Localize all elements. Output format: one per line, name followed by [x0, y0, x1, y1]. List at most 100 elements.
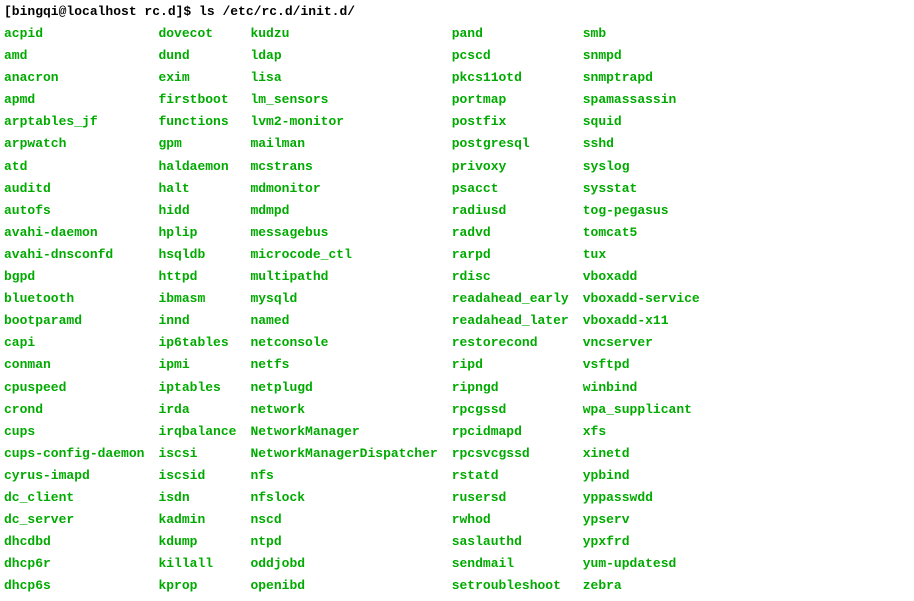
ls-entry: multipathd [250, 266, 437, 288]
ls-column-0: acpidamdanacronapmdarptables_jfarpwatcha… [4, 23, 144, 597]
ls-entry: avahi-daemon [4, 222, 144, 244]
ls-entry: pcscd [452, 45, 569, 67]
prompt-user-host: [bingqi@localhost rc.d]$ [4, 4, 191, 19]
ls-entry: tomcat5 [583, 222, 700, 244]
ls-entry: readahead_later [452, 310, 569, 332]
ls-entry: rpcidmapd [452, 421, 569, 443]
ls-entry: tog-pegasus [583, 200, 700, 222]
ls-entry: autofs [4, 200, 144, 222]
ls-entry: mdmpd [250, 200, 437, 222]
ls-entry: lisa [250, 67, 437, 89]
ls-entry: snmpd [583, 45, 700, 67]
ls-entry: ypbind [583, 465, 700, 487]
ls-entry: messagebus [250, 222, 437, 244]
ls-entry: xfs [583, 421, 700, 443]
ls-entry: microcode_ctl [250, 244, 437, 266]
ls-entry: halt [158, 178, 236, 200]
ls-entry: vsftpd [583, 354, 700, 376]
ls-entry: bluetooth [4, 288, 144, 310]
ls-entry: isdn [158, 487, 236, 509]
ls-output-listing: acpidamdanacronapmdarptables_jfarpwatcha… [4, 23, 910, 597]
ls-entry: ypserv [583, 509, 700, 531]
ls-entry: ibmasm [158, 288, 236, 310]
ls-entry: dhcp6r [4, 553, 144, 575]
ls-entry: openibd [250, 575, 437, 597]
ls-entry: wpa_supplicant [583, 399, 700, 421]
ls-entry: snmptrapd [583, 67, 700, 89]
shell-prompt-line: [bingqi@localhost rc.d]$ ls /etc/rc.d/in… [4, 4, 910, 19]
ls-entry: conman [4, 354, 144, 376]
ls-entry: rarpd [452, 244, 569, 266]
ls-entry: yppasswdd [583, 487, 700, 509]
ls-entry: haldaemon [158, 156, 236, 178]
ls-entry: arpwatch [4, 133, 144, 155]
ls-entry: apmd [4, 89, 144, 111]
ls-entry: pand [452, 23, 569, 45]
ls-entry: mailman [250, 133, 437, 155]
ls-entry: kadmin [158, 509, 236, 531]
prompt-command: ls /etc/rc.d/init.d/ [199, 4, 355, 19]
ls-entry: mcstrans [250, 156, 437, 178]
ls-entry: vboxadd [583, 266, 700, 288]
ls-entry: rwhod [452, 509, 569, 531]
ls-entry: oddjobd [250, 553, 437, 575]
ls-entry: killall [158, 553, 236, 575]
ls-entry: ypxfrd [583, 531, 700, 553]
ls-entry: iscsi [158, 443, 236, 465]
ls-entry: cyrus-imapd [4, 465, 144, 487]
ls-entry: kdump [158, 531, 236, 553]
ls-entry: acpid [4, 23, 144, 45]
ls-entry: postfix [452, 111, 569, 133]
ls-entry: spamassassin [583, 89, 700, 111]
ls-entry: anacron [4, 67, 144, 89]
ls-entry: auditd [4, 178, 144, 200]
ls-entry: exim [158, 67, 236, 89]
ls-entry: avahi-dnsconfd [4, 244, 144, 266]
ls-entry: smb [583, 23, 700, 45]
ls-entry: ripngd [452, 377, 569, 399]
ls-entry: ntpd [250, 531, 437, 553]
ls-entry: dund [158, 45, 236, 67]
ls-column-1: dovecotdundeximfirstbootfunctionsgpmhald… [158, 23, 236, 597]
ls-entry: irda [158, 399, 236, 421]
ls-entry: hplip [158, 222, 236, 244]
ls-entry: vboxadd-x11 [583, 310, 700, 332]
ls-entry: squid [583, 111, 700, 133]
ls-entry: gpm [158, 133, 236, 155]
ls-entry: network [250, 399, 437, 421]
ls-entry: lm_sensors [250, 89, 437, 111]
ls-entry: zebra [583, 575, 700, 597]
ls-entry: ip6tables [158, 332, 236, 354]
ls-entry: postgresql [452, 133, 569, 155]
ls-column-4: smbsnmpdsnmptrapdspamassassinsquidsshdsy… [583, 23, 700, 597]
ls-entry: cups-config-daemon [4, 443, 144, 465]
ls-entry: ldap [250, 45, 437, 67]
ls-entry: mdmonitor [250, 178, 437, 200]
ls-entry: dhcdbd [4, 531, 144, 553]
ls-entry: sysstat [583, 178, 700, 200]
ls-entry: privoxy [452, 156, 569, 178]
ls-entry: saslauthd [452, 531, 569, 553]
ls-entry: rpcsvcgssd [452, 443, 569, 465]
ls-entry: rpcgssd [452, 399, 569, 421]
ls-entry: portmap [452, 89, 569, 111]
ls-entry: vboxadd-service [583, 288, 700, 310]
ls-entry: bgpd [4, 266, 144, 288]
ls-entry: ipmi [158, 354, 236, 376]
ls-entry: dovecot [158, 23, 236, 45]
ls-entry: kudzu [250, 23, 437, 45]
ls-entry: functions [158, 111, 236, 133]
ls-entry: atd [4, 156, 144, 178]
ls-entry: sendmail [452, 553, 569, 575]
ls-entry: hidd [158, 200, 236, 222]
ls-entry: pkcs11otd [452, 67, 569, 89]
ls-entry: rstatd [452, 465, 569, 487]
ls-entry: lvm2-monitor [250, 111, 437, 133]
ls-entry: nfslock [250, 487, 437, 509]
ls-entry: dhcp6s [4, 575, 144, 597]
ls-entry: nfs [250, 465, 437, 487]
ls-entry: netfs [250, 354, 437, 376]
ls-entry: arptables_jf [4, 111, 144, 133]
ls-column-2: kudzuldaplisalm_sensorslvm2-monitormailm… [250, 23, 437, 597]
ls-entry: winbind [583, 377, 700, 399]
